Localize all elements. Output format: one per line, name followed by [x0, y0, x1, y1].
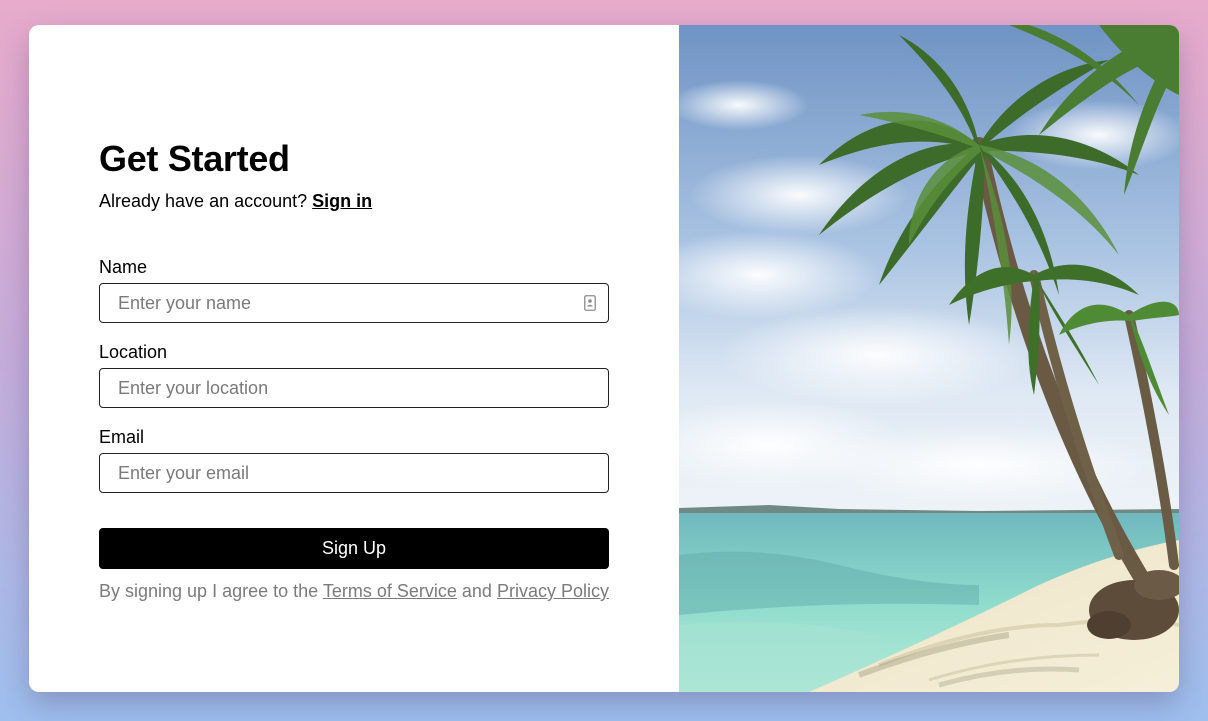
account-prompt-text: Already have an account? [99, 191, 308, 211]
terms-notice: By signing up I agree to the Terms of Se… [99, 581, 609, 602]
location-field-wrapper [99, 368, 609, 408]
beach-palm-tree-photo [679, 25, 1179, 692]
email-label: Email [99, 427, 145, 447]
name-label: Name [99, 257, 148, 277]
terms-and-text: and [461, 581, 492, 601]
email-input[interactable] [100, 454, 608, 492]
location-label: Location [99, 342, 168, 362]
beach-photo [679, 25, 1179, 692]
email-field-wrapper [99, 453, 609, 493]
signup-button[interactable]: Sign Up [99, 528, 609, 569]
signin-link[interactable]: Sign in [312, 191, 372, 211]
name-field-wrapper [99, 283, 609, 323]
privacy-policy-link[interactable]: Privacy Policy [497, 581, 609, 601]
signup-form-panel: Get Started Already have an account? Sig… [29, 25, 679, 692]
signup-card: Get Started Already have an account? Sig… [29, 25, 1179, 692]
terms-of-service-link[interactable]: Terms of Service [323, 581, 457, 601]
contact-card-icon[interactable] [584, 295, 596, 311]
signin-prompt: Already have an account? Sign in [99, 191, 372, 212]
name-input[interactable] [100, 284, 608, 322]
terms-prefix-text: By signing up I agree to the [99, 581, 319, 601]
page-title: Get Started [99, 138, 290, 179]
location-input[interactable] [100, 369, 608, 407]
